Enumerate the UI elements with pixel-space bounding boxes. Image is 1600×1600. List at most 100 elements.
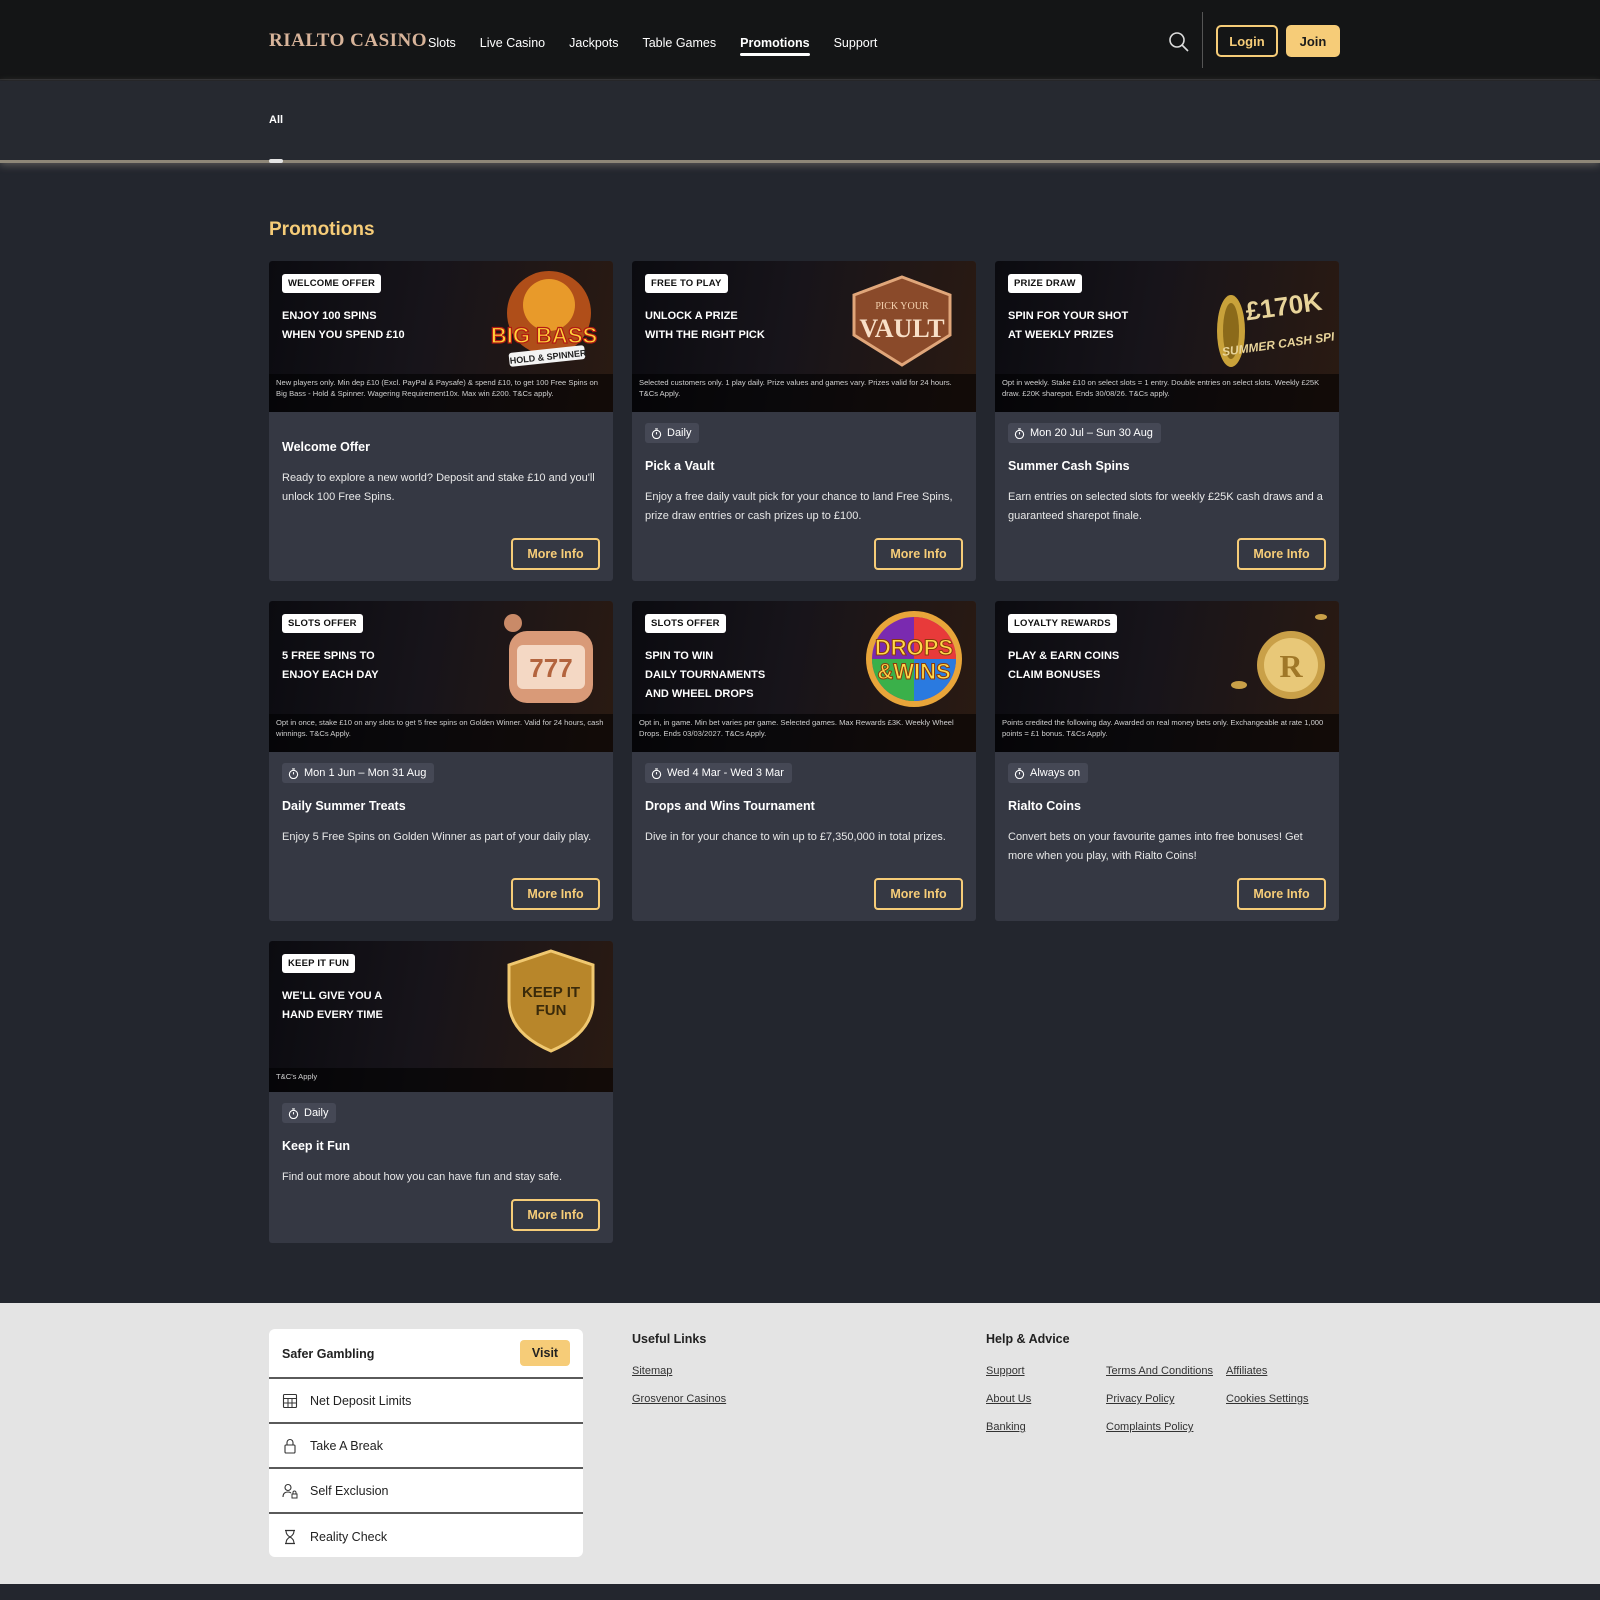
safer-item-reality-check[interactable]: Reality Check: [269, 1514, 583, 1557]
site-logo[interactable]: RIALTO CASINO: [269, 30, 427, 52]
calculator-icon: [282, 1393, 298, 1408]
vault-art-sub: PICK YOUR: [875, 301, 929, 312]
footer-link-affiliates[interactable]: Affiliates: [1226, 1365, 1267, 1377]
promo-headline: SPIN TO WIN DAILY TOURNAMENTS AND WHEEL …: [645, 650, 766, 700]
coin-art-text: R: [1279, 648, 1303, 684]
promo-title: Summer Cash Spins: [1008, 459, 1130, 473]
footer-link-grosvenor-casinos[interactable]: Grosvenor Casinos: [632, 1393, 726, 1405]
footer-link-banking[interactable]: Banking: [986, 1421, 1026, 1433]
promo-description: Convert bets on your favourite games int…: [1008, 831, 1303, 862]
safer-item-label: Reality Check: [310, 1529, 388, 1544]
timer-icon: [1014, 427, 1025, 439]
more-info-button[interactable]: More Info: [874, 878, 963, 910]
footer-link-terms[interactable]: Terms And Conditions: [1106, 1365, 1213, 1377]
summer-art-text: £170K: [1244, 286, 1324, 326]
promo-date-text: Mon 1 Jun – Mon 31 Aug: [304, 767, 427, 779]
promo-terms: Opt in weekly. Stake £10 on select slots…: [995, 374, 1339, 412]
nav-promotions[interactable]: Promotions: [740, 36, 811, 56]
promo-description: Earn entries on selected slots for weekl…: [1008, 491, 1323, 522]
safer-item-net-deposit-limits[interactable]: Net Deposit Limits: [269, 1379, 583, 1424]
safer-item-label: Take A Break: [310, 1438, 383, 1453]
more-info-button[interactable]: More Info: [1237, 538, 1326, 570]
drops-wins-wheel-logo: DROPS &WINS: [866, 611, 962, 707]
promo-card-daily-summer-treats: 777 SLOTS OFFER 5 FREE SPINS TO ENJOY EA…: [269, 601, 613, 921]
footer-bottom-strip: [0, 1584, 1600, 1600]
promo-date-text: Wed 4 Mar - Wed 3 Mar: [667, 767, 784, 779]
promo-tag: LOYALTY REWARDS: [1008, 614, 1117, 633]
timer-icon: [651, 427, 662, 439]
filter-active-indicator: [269, 159, 283, 163]
svg-text:BIG BASS: BIG BASS: [491, 323, 597, 348]
join-button[interactable]: Join: [1286, 25, 1340, 57]
promo-date-text: Daily: [304, 1107, 329, 1119]
promo-card-keep-it-fun: KEEP IT FUN KEEP IT FUN WE'LL GIVE YOU A…: [269, 941, 613, 1243]
hourglass-icon: [285, 1529, 295, 1544]
vault-art-text: VAULT: [859, 314, 944, 343]
nav-support[interactable]: Support: [834, 36, 878, 54]
more-info-button[interactable]: More Info: [511, 878, 600, 910]
footer-link-cookies-settings[interactable]: Cookies Settings: [1226, 1393, 1309, 1405]
footer-link-support[interactable]: Support: [986, 1365, 1025, 1377]
promo-banner[interactable]: £170K SUMMER CASH SPINS PRIZE DRAW SPIN …: [995, 261, 1339, 412]
promo-date-chip: Wed 4 Mar - Wed 3 Mar: [645, 763, 792, 783]
reels-art-text: 777: [529, 653, 572, 683]
promo-headline: WE'LL GIVE YOU A HAND EVERY TIME: [282, 990, 383, 1021]
promo-headline: ENJOY 100 SPINS WHEN YOU SPEND £10: [282, 310, 405, 341]
safer-gambling-title: Safer Gambling: [282, 1347, 375, 1361]
shield-art-text: KEEP IT: [522, 984, 580, 1001]
promo-card-welcome-offer: BIG BASS HOLD & SPINNER WELCOME OFFER EN…: [269, 261, 613, 581]
visit-button[interactable]: Visit: [520, 1340, 570, 1366]
promo-banner[interactable]: BIG BASS HOLD & SPINNER WELCOME OFFER EN…: [269, 261, 613, 412]
more-info-button[interactable]: More Info: [511, 1199, 600, 1231]
more-info-button[interactable]: More Info: [1237, 878, 1326, 910]
useful-links-title: Useful Links: [632, 1332, 707, 1346]
promo-date-chip: Daily: [645, 423, 700, 443]
timer-icon: [288, 767, 299, 779]
promo-terms: T&C's Apply: [269, 1068, 613, 1092]
safer-item-label: Net Deposit Limits: [310, 1393, 412, 1408]
promo-terms: New players only. Min dep £10 (Excl. Pay…: [269, 374, 613, 412]
main-nav: Slots Live Casino Jackpots Table Games P…: [428, 36, 901, 56]
footer-link-privacy-policy[interactable]: Privacy Policy: [1106, 1393, 1174, 1405]
promo-banner[interactable]: PICK YOUR VAULT FREE TO PLAY UNLOCK A PR…: [632, 261, 976, 412]
footer-link-sitemap[interactable]: Sitemap: [632, 1365, 672, 1377]
promo-date-text: Mon 20 Jul – Sun 30 Aug: [1030, 427, 1153, 439]
filter-tab-all[interactable]: All: [269, 114, 283, 126]
promo-title: Daily Summer Treats: [282, 799, 406, 813]
promo-terms: Selected customers only. 1 play daily. P…: [632, 374, 976, 412]
login-button[interactable]: Login: [1216, 25, 1278, 57]
safer-item-label: Self Exclusion: [310, 1483, 389, 1498]
drops-art-text: DROPS: [875, 635, 953, 660]
timer-icon: [651, 767, 662, 779]
help-advice-title: Help & Advice: [986, 1332, 1070, 1346]
promo-banner[interactable]: R LOYALTY REWARDS PLAY & EARN COINS CLAI…: [995, 601, 1339, 752]
footer-link-complaints-policy[interactable]: Complaints Policy: [1106, 1421, 1193, 1433]
more-info-button[interactable]: More Info: [511, 538, 600, 570]
nav-jackpots[interactable]: Jackpots: [569, 36, 618, 54]
rialto-coin-logo: R: [1231, 614, 1327, 699]
promo-description: Enjoy a free daily vault pick for your c…: [645, 491, 953, 522]
nav-live-casino[interactable]: Live Casino: [480, 36, 545, 54]
footer-link-about-us[interactable]: About Us: [986, 1393, 1031, 1405]
nav-table-games[interactable]: Table Games: [642, 36, 716, 54]
promo-terms: Opt in once, stake £10 on any slots to g…: [269, 714, 613, 752]
promo-description: Ready to explore a new world? Deposit an…: [282, 472, 595, 503]
user-lock-icon: [282, 1483, 298, 1498]
nav-slots[interactable]: Slots: [428, 36, 456, 54]
promo-tag: PRIZE DRAW: [1008, 274, 1082, 293]
promo-date-chip: Mon 1 Jun – Mon 31 Aug: [282, 763, 435, 783]
promo-description: Dive in for your chance to win up to £7,…: [645, 831, 946, 843]
promo-title: Keep it Fun: [282, 1139, 351, 1153]
promo-banner[interactable]: DROPS &WINS SLOTS OFFER SPIN TO WIN DAIL…: [632, 601, 976, 752]
promo-banner[interactable]: KEEP IT FUN KEEP IT FUN WE'LL GIVE YOU A…: [269, 941, 613, 1092]
promo-title: Drops and Wins Tournament: [645, 799, 815, 813]
promo-card-rialto-coins: R LOYALTY REWARDS PLAY & EARN COINS CLAI…: [995, 601, 1339, 921]
promo-banner[interactable]: 777 SLOTS OFFER 5 FREE SPINS TO ENJOY EA…: [269, 601, 613, 752]
timer-icon: [288, 1107, 299, 1119]
safer-gambling-panel: Safer Gambling Visit Net Deposit Limits …: [269, 1329, 583, 1557]
promo-card-summer-cash-spins: £170K SUMMER CASH SPINS PRIZE DRAW SPIN …: [995, 261, 1339, 581]
more-info-button[interactable]: More Info: [874, 538, 963, 570]
search-icon[interactable]: [1168, 31, 1190, 53]
safer-item-self-exclusion[interactable]: Self Exclusion: [269, 1469, 583, 1514]
safer-item-take-a-break[interactable]: Take A Break: [269, 1424, 583, 1469]
